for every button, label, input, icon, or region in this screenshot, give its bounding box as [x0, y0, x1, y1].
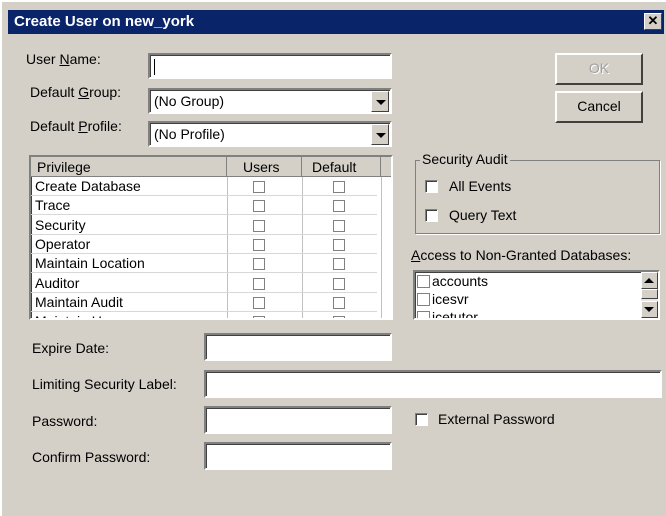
expire-date-input[interactable]: [204, 333, 392, 361]
default-profile-label: Default Profile:: [30, 118, 122, 134]
database-checkbox[interactable]: [417, 275, 430, 288]
users-checkbox[interactable]: [253, 258, 265, 271]
privilege-row[interactable]: Auditor: [31, 274, 379, 293]
database-name: icesvr: [432, 291, 469, 307]
user-name-input[interactable]: [148, 53, 392, 79]
default-group-label: Default Group:: [30, 84, 122, 100]
database-name: accounts: [432, 273, 489, 289]
query-text-checkbox[interactable]: [425, 209, 438, 222]
privilege-row[interactable]: Create Database: [31, 177, 379, 196]
users-checkbox[interactable]: [253, 316, 265, 318]
security-label-label: Limiting Security Label:: [32, 376, 177, 392]
database-checkbox[interactable]: [417, 311, 430, 318]
default-checkbox[interactable]: [333, 277, 345, 290]
external-password-checkbox[interactable]: [415, 413, 428, 426]
password-label: Password:: [32, 413, 98, 429]
databases-label: Access to Non-Granted Databases:: [411, 247, 632, 263]
privilege-row[interactable]: Maintain Users: [31, 312, 379, 318]
users-checkbox[interactable]: [253, 296, 265, 309]
security-audit-title: Security Audit: [420, 151, 510, 167]
text-caret: [154, 59, 155, 75]
security-label-input[interactable]: [204, 370, 662, 398]
default-checkbox[interactable]: [333, 200, 345, 213]
default-checkbox[interactable]: [333, 258, 345, 271]
expire-date-label: Expire Date:: [32, 340, 110, 356]
dialog-title: Create User on new_york: [14, 13, 195, 30]
chevron-down-icon: [644, 307, 654, 312]
users-checkbox[interactable]: [253, 277, 265, 290]
database-checkbox[interactable]: [417, 293, 430, 306]
privilege-column-header[interactable]: Privilege: [31, 157, 227, 177]
external-password-label: External Password: [438, 411, 555, 427]
privilege-name: Operator: [35, 235, 91, 252]
privilege-name: Trace: [35, 197, 71, 214]
ok-button[interactable]: OK: [555, 53, 643, 85]
user-name-label: User Name:: [26, 51, 101, 67]
default-group-value: (No Group): [154, 93, 225, 109]
default-checkbox[interactable]: [333, 238, 345, 251]
default-profile-select[interactable]: (No Profile): [148, 121, 392, 147]
query-text-label: Query Text: [449, 207, 517, 223]
privilege-name: Security: [35, 216, 86, 233]
privilege-name: Create Database: [35, 178, 141, 194]
chevron-down-icon: [376, 133, 386, 138]
privilege-name: Auditor: [35, 274, 80, 291]
cancel-button[interactable]: Cancel: [555, 91, 643, 123]
create-user-dialog: Create User on new_york ✕ User Name: Def…: [2, 2, 666, 516]
privilege-row[interactable]: Trace: [31, 196, 379, 216]
confirm-password-label: Confirm Password:: [32, 449, 151, 465]
scroll-down-button[interactable]: [641, 301, 658, 318]
header-filler: [381, 157, 391, 177]
privilege-name: Maintain Users: [35, 313, 128, 318]
privilege-row[interactable]: Operator: [31, 235, 379, 254]
users-checkbox[interactable]: [253, 181, 265, 193]
default-column-header[interactable]: Default: [302, 157, 381, 177]
close-icon[interactable]: ✕: [644, 13, 662, 30]
privilege-row[interactable]: Security: [31, 216, 379, 235]
databases-listbox[interactable]: accountsicesvricetutori: [413, 270, 660, 320]
default-profile-value: (No Profile): [154, 126, 225, 142]
all-events-checkbox[interactable]: [425, 180, 438, 193]
password-input[interactable]: [204, 406, 392, 434]
scroll-up-button[interactable]: [641, 272, 658, 289]
all-events-label: All Events: [449, 178, 512, 194]
default-checkbox[interactable]: [333, 181, 345, 193]
users-checkbox[interactable]: [253, 238, 265, 251]
default-group-dropdown-button[interactable]: [371, 91, 389, 112]
users-checkbox[interactable]: [253, 200, 265, 213]
users-checkbox[interactable]: [253, 219, 265, 232]
chevron-up-icon: [644, 278, 654, 283]
privilege-row[interactable]: Maintain Location: [31, 254, 379, 274]
default-checkbox[interactable]: [333, 219, 345, 232]
privilege-table[interactable]: Privilege Users Default Create Database T…: [29, 155, 393, 320]
scroll-thumb[interactable]: [641, 289, 658, 299]
privilege-name: Maintain Location: [35, 255, 145, 272]
default-checkbox[interactable]: [333, 316, 345, 318]
default-group-select[interactable]: (No Group): [148, 88, 392, 114]
chevron-down-icon: [376, 100, 386, 105]
database-name: icetutor: [432, 309, 478, 320]
confirm-password-input[interactable]: [204, 442, 392, 470]
title-bar[interactable]: Create User on new_york ✕: [8, 10, 664, 34]
column-divider: [381, 177, 382, 318]
default-profile-dropdown-button[interactable]: [371, 124, 389, 145]
databases-scrollbar[interactable]: [641, 272, 658, 318]
privilege-row[interactable]: Maintain Audit: [31, 293, 379, 312]
default-checkbox[interactable]: [333, 296, 345, 309]
users-column-header[interactable]: Users: [227, 157, 302, 177]
privilege-name: Maintain Audit: [35, 293, 123, 310]
